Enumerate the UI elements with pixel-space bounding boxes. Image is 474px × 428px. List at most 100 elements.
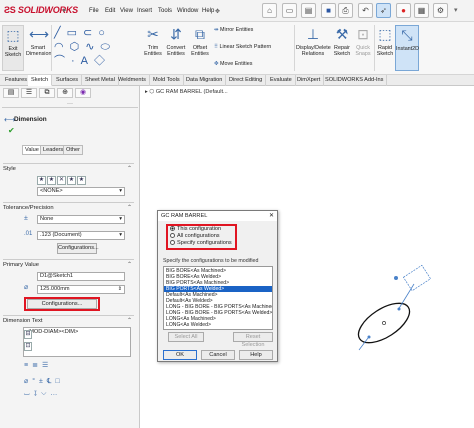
primary-value-section-header[interactable]: Primary Value ⌃ [3, 259, 134, 269]
display-delete-relations-button[interactable]: ⊥ Display/Delete Relations [296, 25, 331, 57]
diameter-symbol-icon[interactable]: ⌀ [24, 378, 32, 385]
configurations-button-1[interactable]: Configurations... [57, 243, 99, 254]
display-manager-tab-icon[interactable]: ◉ [75, 88, 91, 98]
align-left-icon[interactable]: ≡ [24, 362, 32, 369]
offset-entities-button[interactable]: ⧉ Offset Entities [188, 25, 212, 57]
text-justify-icon[interactable]: ⊡ [24, 342, 32, 351]
dimension-name-input[interactable]: D1@Sketch1 [37, 272, 125, 281]
home-icon[interactable]: ⌂ [262, 3, 277, 18]
plane-tool-icon[interactable]: ◇ [94, 55, 111, 67]
tab-features[interactable]: Features [2, 75, 32, 86]
close-icon[interactable]: ✕ [269, 211, 274, 221]
tolerance-section-header[interactable]: Tolerance/Precision ⌃ [3, 202, 134, 212]
ellipse-center-point[interactable] [382, 321, 386, 325]
subtab-value[interactable]: Value [22, 145, 42, 155]
fillet-tool-icon[interactable]: ⌒ [54, 55, 71, 67]
menu-edit[interactable]: Edit [105, 8, 115, 14]
quick-snaps-button[interactable]: ⊡ Quick Snaps [353, 25, 373, 57]
square-symbol-icon[interactable]: □ [55, 378, 63, 385]
dimension-value-input[interactable]: 125.000mm ⇕ [37, 285, 125, 294]
style-select[interactable]: <NONE> ▾ [37, 187, 125, 196]
point-tool-icon[interactable]: · [71, 55, 81, 67]
sketch-ellipse-drawing[interactable] [341, 256, 431, 366]
dimension-text-box[interactable] [402, 264, 431, 292]
ok-check-icon[interactable]: ✔ [8, 126, 15, 135]
precision-select[interactable]: .123 (Document) ▾ [37, 231, 125, 240]
slot-tool-icon[interactable]: ⊂ [83, 27, 98, 39]
quick-access-chevron-icon[interactable]: ▾ [454, 3, 469, 18]
rapid-sketch-button[interactable]: ⬚ Rapid Sketch [375, 25, 395, 57]
configuration-manager-tab-icon[interactable]: ⧉ [39, 88, 55, 98]
save-icon[interactable]: ■ [321, 3, 336, 18]
grip-point[interactable] [367, 335, 371, 339]
style-load-icon[interactable]: ★ [77, 176, 86, 185]
instant2d-button[interactable]: ⤡ Instant2D [395, 25, 419, 71]
degree-symbol-icon[interactable]: ° [32, 378, 39, 385]
menu-file[interactable]: File [89, 8, 99, 14]
counterbore-symbol-icon[interactable]: ⌴ [24, 390, 34, 397]
radio-specify-configurations[interactable]: Specify configurations [170, 240, 232, 246]
linear-sketch-pattern-button[interactable]: ⠿ Linear Sketch Pattern [214, 44, 294, 50]
style-save-icon[interactable]: ★ [67, 176, 76, 185]
tab-mold-tools[interactable]: Mold Tools [150, 75, 184, 86]
open-folder-icon[interactable]: ▤ [301, 3, 316, 18]
trim-entities-button[interactable]: ✂ Trim Entities [141, 25, 165, 57]
radio-this-configuration[interactable]: This configuration [170, 226, 221, 232]
pin-icon[interactable]: ✥ [215, 8, 220, 15]
tab-direct-editing[interactable]: Direct Editing [226, 75, 267, 86]
subtab-other[interactable]: Other [63, 145, 83, 155]
mirror-entities-button[interactable]: ⇹ Mirror Entities [214, 27, 284, 33]
dimension-text-input[interactable]: <MOD-DIAM><DIM> [23, 327, 131, 357]
cancel-button[interactable]: Cancel [201, 350, 235, 360]
ellipse-tool-icon[interactable]: ⬭ [100, 41, 115, 53]
circle-tool-icon[interactable]: ○ [98, 27, 111, 39]
spin-arrows-icon[interactable]: ⇕ [118, 286, 122, 293]
spline-tool-icon[interactable]: ∿ [85, 41, 100, 53]
convert-entities-button[interactable]: ⇵ Convert Entities [164, 25, 188, 57]
menu-help[interactable]: Help [202, 8, 214, 14]
ok-button[interactable]: OK [163, 350, 197, 360]
style-add-icon[interactable]: ★ [47, 176, 56, 185]
panel-splitter[interactable]: ··· [2, 100, 138, 108]
smart-dimension-button[interactable]: ⟷ Smart Dimension [26, 25, 51, 57]
help-button[interactable]: Help [239, 350, 273, 360]
tab-solidworks-add-ins[interactable]: SOLIDWORKS Add-Ins [322, 75, 388, 86]
move-entities-button[interactable]: ✥ Move Entities [214, 61, 284, 67]
menu-tools[interactable]: Tools [158, 8, 172, 14]
feature-tree-flyout[interactable]: ▸ ⬡ GC RAM BARREL (Default... [145, 89, 228, 95]
list-item[interactable]: LONG<As Welded> [164, 322, 272, 328]
radio-all-configurations[interactable]: All configurations [170, 233, 220, 239]
tab-evaluate[interactable]: Evaluate [267, 75, 296, 86]
rectangle-tool-icon[interactable]: ▭ [67, 27, 83, 39]
text-tool-icon[interactable]: A [81, 55, 94, 67]
new-document-icon[interactable]: ▭ [282, 3, 297, 18]
repair-sketch-button[interactable]: ⚒ Repair Sketch [331, 25, 353, 57]
property-manager-tab-icon[interactable]: ☰ [21, 88, 37, 98]
plus-minus-symbol-icon[interactable]: ± [39, 378, 47, 385]
align-center-icon[interactable]: ≣ [32, 362, 42, 369]
menu-insert[interactable]: Insert [137, 8, 152, 14]
feature-manager-tab-icon[interactable]: ▤ [3, 88, 19, 98]
menu-window[interactable]: Window [177, 8, 198, 14]
align-right-icon[interactable]: ☰ [42, 362, 52, 369]
tab-sketch[interactable]: Sketch [28, 75, 53, 86]
tab-dimxpert[interactable]: DimXpert [294, 75, 325, 86]
text-align-icon[interactable]: ⊟ [24, 330, 32, 339]
exit-sketch-button[interactable]: ⬚ Exit Sketch [2, 25, 24, 71]
expand-arrow-icon[interactable]: ▸ [63, 3, 70, 18]
configurations-list[interactable]: BIG BORE<As Machined> BIG BORE<As Welded… [163, 266, 273, 330]
reset-selection-button[interactable]: Reset Selection [233, 332, 273, 348]
undo-icon[interactable]: ↶ [358, 3, 373, 18]
line-tool-icon[interactable]: ╱ [54, 27, 67, 39]
rebuild-traffic-light-icon[interactable]: ● [396, 3, 411, 18]
grip-point[interactable] [394, 276, 398, 280]
style-section-header[interactable]: Style ⌃ [3, 163, 134, 173]
tab-sheet-metal[interactable]: Sheet Metal [82, 75, 119, 86]
tolerance-type-select[interactable]: None ▾ [37, 215, 125, 224]
configurations-button-2[interactable]: Configurations... [27, 299, 97, 309]
print-icon[interactable]: ⎙ [338, 3, 353, 18]
menu-view[interactable]: View [120, 8, 133, 14]
file-properties-icon[interactable]: ▦ [414, 3, 429, 18]
style-apply-icon[interactable]: ★ [37, 176, 46, 185]
dimension-text-section-header[interactable]: Dimension Text ⌃ [3, 315, 134, 325]
